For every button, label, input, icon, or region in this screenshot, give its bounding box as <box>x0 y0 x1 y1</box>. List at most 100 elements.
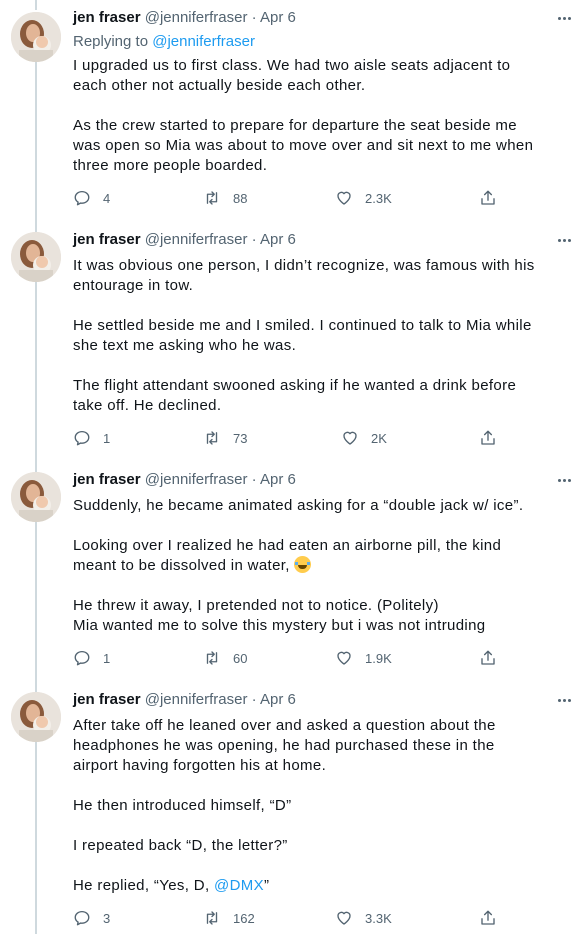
tweet-paragraph-text: ” <box>264 877 270 894</box>
retweet-count: 162 <box>233 910 255 926</box>
retweet-count: 73 <box>233 430 248 446</box>
tweet-paragraph: Looking over I realized he had eaten an … <box>73 536 573 576</box>
avatar[interactable] <box>11 692 61 742</box>
share-button[interactable] <box>479 428 497 448</box>
tweet[interactable]: jen fraser @jenniferfraser · Apr 6 It wa… <box>0 222 588 462</box>
retweet-button[interactable]: 88 <box>203 188 247 208</box>
more-options-icon[interactable] <box>554 690 574 710</box>
mention-link[interactable]: @DMX <box>214 877 264 894</box>
replying-to-label: Replying to <box>73 33 153 50</box>
tweet-actions: 1 73 2K <box>73 428 513 448</box>
reply-count: 3 <box>103 910 111 926</box>
tweet-paragraph: Suddenly, he became animated asking for … <box>73 497 524 514</box>
like-count: 3.3K <box>365 910 392 926</box>
retweet-button[interactable]: 60 <box>203 648 247 668</box>
avatar[interactable] <box>11 232 61 282</box>
like-count: 2K <box>371 430 387 446</box>
tweet-text: After take off he leaned over and asked … <box>73 716 573 896</box>
author-name[interactable]: jen fraser <box>73 471 141 488</box>
share-icon <box>481 910 495 925</box>
share-icon <box>481 430 495 445</box>
retweet-button[interactable]: 162 <box>203 908 255 928</box>
avatar-photo <box>11 692 61 742</box>
more-options-icon[interactable] <box>554 8 574 28</box>
author-name[interactable]: jen fraser <box>73 9 141 26</box>
reply-button[interactable]: 1 <box>73 428 110 448</box>
tweet-paragraph: The flight attendant swooned asking if h… <box>73 377 517 414</box>
more-options-icon[interactable] <box>554 470 574 490</box>
tweet[interactable]: jen fraser @jenniferfraser · Apr 6 Reply… <box>0 0 588 222</box>
like-button[interactable]: 2.3K <box>335 188 392 208</box>
retweet-icon <box>206 431 218 445</box>
author-handle[interactable]: @jenniferfraser <box>145 471 248 488</box>
share-button[interactable] <box>479 188 497 208</box>
tweet-date[interactable]: Apr 6 <box>260 691 296 708</box>
reply-icon <box>74 650 90 666</box>
author-handle[interactable]: @jenniferfraser <box>145 231 248 248</box>
reply-button[interactable]: 3 <box>73 908 110 928</box>
tweet[interactable]: jen fraser @jenniferfraser · Apr 6 After… <box>0 682 588 934</box>
separator-dot: · <box>251 691 257 708</box>
author-name[interactable]: jen fraser <box>73 691 141 708</box>
avatar-photo <box>11 472 61 522</box>
retweet-button[interactable]: 73 <box>203 428 247 448</box>
tweet-header: jen fraser @jenniferfraser · Apr 6 <box>73 690 296 710</box>
retweet-icon <box>206 911 218 925</box>
tweet-paragraph-text: Looking over I realized he had eaten an … <box>73 537 502 574</box>
reply-count: 4 <box>103 190 111 206</box>
separator-dot: · <box>251 9 257 26</box>
tweet-paragraph: He settled beside me and I smiled. I con… <box>73 317 532 354</box>
reply-button[interactable]: 1 <box>73 648 110 668</box>
like-button[interactable]: 2K <box>341 428 387 448</box>
reply-count: 1 <box>103 430 111 446</box>
like-button[interactable]: 3.3K <box>335 908 392 928</box>
heart-icon <box>337 651 351 665</box>
share-button[interactable] <box>479 648 497 668</box>
share-button[interactable] <box>479 908 497 928</box>
tweet-date[interactable]: Apr 6 <box>260 471 296 488</box>
tweet-header: jen fraser @jenniferfraser · Apr 6 <box>73 230 296 250</box>
tweet-text: I upgraded us to first class. We had two… <box>73 56 573 176</box>
tweet[interactable]: jen fraser @jenniferfraser · Apr 6 Sudde… <box>0 462 588 682</box>
tweet-actions: 3 162 3.3K <box>73 908 513 928</box>
tweet-paragraph: After take off he leaned over and asked … <box>73 717 496 774</box>
tweet-text: Suddenly, he became animated asking for … <box>73 496 573 636</box>
replying-to: Replying to @jenniferfraser <box>73 32 255 52</box>
tweet-header: jen fraser @jenniferfraser · Apr 6 <box>73 8 296 28</box>
reply-icon <box>74 190 90 206</box>
tweet-header: jen fraser @jenniferfraser · Apr 6 <box>73 470 296 490</box>
tweet-paragraph: I repeated back “D, the letter?” <box>73 837 288 854</box>
tweet-text: It was obvious one person, I didn’t reco… <box>73 256 573 416</box>
heart-icon <box>337 191 351 205</box>
tweet-paragraph: He replied, “Yes, D, @DMX” <box>73 876 573 896</box>
reply-count: 1 <box>103 650 111 666</box>
more-options-icon[interactable] <box>554 230 574 250</box>
like-button[interactable]: 1.9K <box>335 648 392 668</box>
reply-button[interactable]: 4 <box>73 188 110 208</box>
reply-icon <box>74 430 90 446</box>
retweet-count: 88 <box>233 190 248 206</box>
author-name[interactable]: jen fraser <box>73 231 141 248</box>
author-handle[interactable]: @jenniferfraser <box>145 691 248 708</box>
heart-icon <box>337 911 351 925</box>
avatar[interactable] <box>11 12 61 62</box>
reply-icon <box>74 910 90 926</box>
tweet-actions: 4 88 2.3K <box>73 188 513 208</box>
like-count: 1.9K <box>365 650 392 666</box>
tweet-date[interactable]: Apr 6 <box>260 231 296 248</box>
separator-dot: · <box>251 231 257 248</box>
separator-dot: · <box>251 471 257 488</box>
tweet-actions: 1 60 1.9K <box>73 648 513 668</box>
author-handle[interactable]: @jenniferfraser <box>145 9 248 26</box>
tweet-paragraph-text: He replied, “Yes, D, <box>73 877 215 894</box>
tweet-date[interactable]: Apr 6 <box>260 9 296 26</box>
heart-icon <box>343 431 357 445</box>
share-icon <box>481 650 495 665</box>
retweet-count: 60 <box>233 650 248 666</box>
replying-to-mention[interactable]: @jenniferfraser <box>152 33 255 50</box>
retweet-icon <box>206 191 218 205</box>
like-count: 2.3K <box>365 190 392 206</box>
share-icon <box>481 190 495 205</box>
avatar[interactable] <box>11 472 61 522</box>
face-with-tears-of-joy-icon <box>294 556 312 573</box>
